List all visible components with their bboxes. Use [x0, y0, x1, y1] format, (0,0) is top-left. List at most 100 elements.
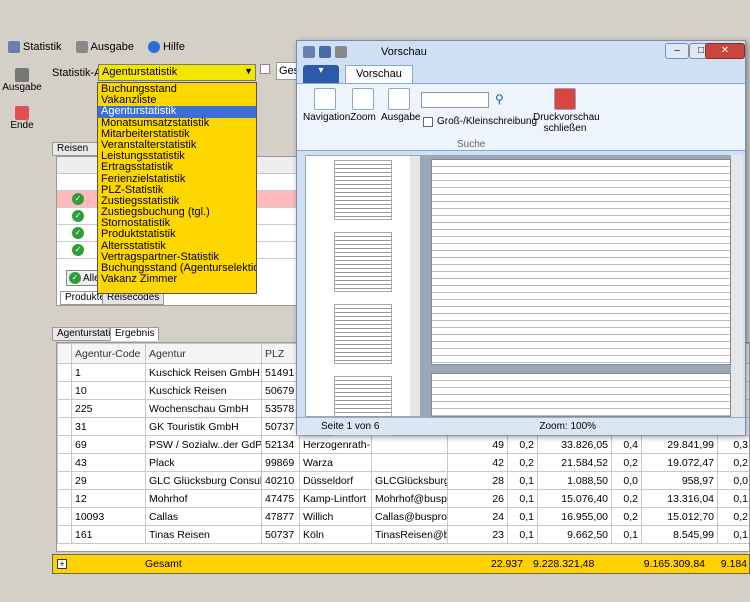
check-icon: ✓: [72, 227, 84, 239]
find-icon[interactable]: ⚲: [495, 92, 504, 106]
dropdown-option[interactable]: Leistungsstatistik: [98, 151, 256, 162]
chevron-down-icon[interactable]: ▼: [244, 66, 253, 76]
zoom-indicator: Zoom: 100%: [539, 421, 597, 432]
dropdown-option[interactable]: Altersstatistik: [98, 241, 256, 252]
scrollbar[interactable]: [731, 155, 743, 417]
dropdown-option[interactable]: Ferienzielstatistik: [98, 174, 256, 185]
save-icon[interactable]: [319, 46, 331, 58]
table-cell: 23: [447, 525, 508, 544]
table-row[interactable]: 10093Callas47877WillichCallas@busprone..…: [57, 507, 749, 526]
row-selector[interactable]: [57, 435, 72, 454]
table-cell: 50737: [261, 417, 300, 436]
table-cell: [371, 435, 448, 454]
tab-ergebnis[interactable]: Ergebnis: [110, 327, 160, 341]
dropdown-option[interactable]: Vertragspartner-Statistik: [98, 252, 256, 263]
table-cell: 12: [71, 489, 146, 508]
page-icon: [314, 88, 336, 110]
row-selector[interactable]: [57, 525, 72, 544]
menu-ausgabe[interactable]: Ausgabe: [75, 41, 134, 53]
printer-icon[interactable]: [335, 46, 347, 58]
dropdown-option[interactable]: Stornostatistik: [98, 218, 256, 229]
table-cell: 10: [71, 381, 146, 400]
tab-reisen[interactable]: Reisen sam: [52, 142, 102, 165]
table-cell: Callas@busprone...: [371, 507, 448, 526]
dropdown-option[interactable]: Vakanzliste: [98, 95, 256, 106]
row-selector[interactable]: [57, 453, 72, 472]
ende-button[interactable]: Ende: [2, 100, 42, 136]
menu-statistik[interactable]: Statistik: [8, 41, 62, 53]
check-icon: ✓: [72, 244, 84, 256]
dropdown-option[interactable]: Mitarbeiterstatistik: [98, 129, 256, 140]
table-cell: Tinas Reisen: [145, 525, 262, 544]
dropdown-option[interactable]: PLZ-Statistik: [98, 185, 256, 196]
table-cell: 15.076,40: [537, 489, 612, 508]
status-bar: [0, 576, 750, 602]
report-page: [431, 159, 731, 365]
exit-icon: [15, 105, 29, 120]
printer-icon: [388, 88, 410, 110]
table-cell: 0,1: [507, 489, 538, 508]
dropdown-option[interactable]: Buchungsstand: [98, 84, 256, 95]
dropdown-option[interactable]: Agenturstatistik: [98, 106, 256, 118]
zoom-button[interactable]: Zoom: [349, 88, 377, 123]
statistik-art-select[interactable]: Agenturstatistik ▼: [98, 64, 256, 81]
tab-vorschau[interactable]: Vorschau: [345, 65, 413, 83]
close-preview-button[interactable]: Druckvorschau schließen: [533, 88, 600, 134]
preview-pane: [421, 155, 743, 417]
expand-icon[interactable]: +: [57, 559, 67, 569]
row-selector[interactable]: [57, 489, 72, 508]
row-selector[interactable]: [57, 507, 72, 526]
close-icon: [554, 88, 576, 110]
page-thumbnail[interactable]: [334, 160, 392, 220]
table-row[interactable]: 43 Plack 99869 Warza 42 0,2 21.584,52 0,2 19.072…: [57, 453, 749, 472]
dropdown-option[interactable]: Veranstalterstatistik: [98, 140, 256, 151]
table-row[interactable]: 12Mohrhof47475Kamp-LintfortMohrhof@buspr…: [57, 489, 749, 508]
ribbon-tabs: ▾ Vorschau: [297, 63, 745, 83]
page-thumbnail[interactable]: [334, 232, 392, 292]
option-checkbox[interactable]: [260, 64, 270, 74]
column-header[interactable]: PLZ: [261, 343, 300, 364]
table-cell: 99869: [261, 453, 300, 472]
table-cell: 47877: [261, 507, 300, 526]
table-cell: 33.826,05: [537, 435, 612, 454]
row-selector[interactable]: [57, 363, 72, 382]
close-button[interactable]: ✕: [705, 43, 745, 59]
table-row[interactable]: 69 PSW / Sozialw..der GdP 52134 Herzogenrat…: [57, 435, 749, 454]
dropdown-option[interactable]: Vakanz Zimmer: [98, 274, 256, 285]
check-icon: ✓: [72, 210, 84, 222]
dropdown-option[interactable]: Monatsumsatzstatistik: [98, 118, 256, 129]
menu-hilfe[interactable]: Hilfe: [147, 41, 185, 53]
dropdown-option[interactable]: Zustiegsstatistik: [98, 196, 256, 207]
column-header[interactable]: Agentur-Code: [71, 343, 146, 364]
dropdown-option[interactable]: Buchungsstand (Agenturselektion): [98, 263, 256, 274]
dropdown-option[interactable]: Zustiegsbuchung (tgl.): [98, 207, 256, 218]
page-thumbnail[interactable]: [334, 304, 392, 364]
table-cell: 0,1: [611, 525, 642, 544]
row-selector[interactable]: [57, 399, 72, 418]
search-input[interactable]: [421, 92, 489, 108]
total-sum3: 9.184: [720, 558, 747, 570]
table-cell: 43: [71, 453, 146, 472]
row-selector[interactable]: [57, 381, 72, 400]
ausgabe-ribbon-button[interactable]: Ausgabe: [381, 88, 420, 123]
scrollbar[interactable]: [410, 156, 420, 416]
navigation-button[interactable]: Navigation: [303, 88, 350, 123]
menu-bar: Statistik Ausgabe Hilfe: [0, 38, 300, 56]
row-selector[interactable]: [57, 471, 72, 490]
app-menu-button[interactable]: ▾: [303, 65, 339, 83]
dropdown-option[interactable]: Produktstatistik: [98, 229, 256, 240]
chart-icon: [303, 46, 315, 58]
dropdown-option[interactable]: Ertragsstatistik: [98, 162, 256, 173]
table-cell: 15.012,70: [641, 507, 718, 526]
table-row[interactable]: 161Tinas Reisen50737KölnTinasReisen@bus.…: [57, 525, 749, 544]
minimize-button[interactable]: –: [665, 43, 689, 59]
table-cell: 0,2: [717, 507, 749, 526]
ribbon: Navigation Zoom Ausgabe ⚲ Groß-/Kleinsch…: [297, 83, 745, 151]
table-cell: Köln: [299, 525, 372, 544]
column-header[interactable]: Agentur: [145, 343, 262, 364]
row-selector[interactable]: [57, 417, 72, 436]
ausgabe-button[interactable]: Ausgabe: [2, 62, 42, 98]
case-checkbox[interactable]: Groß-/Kleinschreibung: [423, 116, 537, 127]
table-cell: 225: [71, 399, 146, 418]
table-row[interactable]: 29GLC Glücksburg Consulting AG40210Düsse…: [57, 471, 749, 490]
